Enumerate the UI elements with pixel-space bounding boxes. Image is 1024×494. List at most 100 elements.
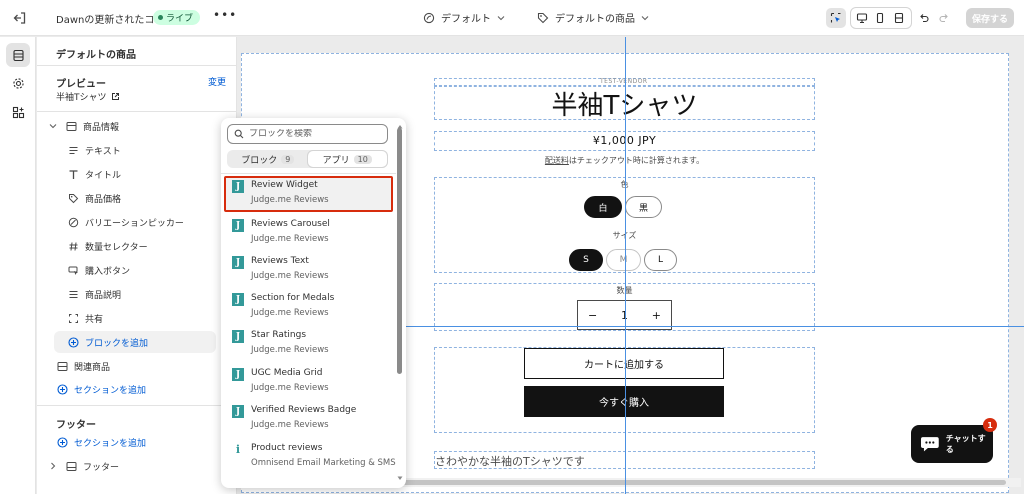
hash-icon (67, 240, 79, 252)
section-icon (56, 360, 68, 372)
block-item-label: 共有 (85, 314, 104, 325)
judgeme-logo-icon: J (232, 293, 244, 306)
block-item[interactable]: テキスト (67, 141, 121, 159)
app-block-item[interactable]: J Reviews Carousel Judge.me Reviews (224, 215, 393, 251)
product-description[interactable]: さわやかな半袖のTシャツです (435, 453, 585, 469)
block-item[interactable]: 商品説明 (67, 285, 121, 303)
tab-blocks[interactable]: ブロック 9 (228, 151, 308, 167)
variant-picker-icon (67, 216, 79, 228)
chat-button[interactable]: チャットする (911, 425, 993, 463)
judgeme-logo-icon: J (232, 219, 244, 232)
app-block-name: Star Ratings (251, 330, 307, 340)
shipping-link[interactable]: 配送料 (545, 156, 569, 165)
block-item-label: テキスト (85, 146, 121, 157)
size-option-s[interactable]: S (569, 249, 603, 271)
picker-scrollbar-thumb[interactable] (397, 128, 402, 374)
change-preview-link[interactable]: 変更 (208, 75, 226, 88)
chat-bubble-icon (920, 437, 939, 452)
tab-apps[interactable]: アプリ 10 (307, 151, 387, 167)
desktop-icon (856, 13, 868, 24)
chat-unread-badge: 1 (983, 418, 997, 432)
desktop-view-button[interactable] (852, 8, 872, 28)
apps-nav-button[interactable] (6, 100, 30, 124)
quantity-plus-button[interactable]: + (652, 309, 661, 322)
theme-settings-icon (423, 12, 435, 23)
block-item[interactable]: 数量セレクター (67, 237, 148, 255)
product-vendor: TEST-VENDOR (600, 78, 648, 85)
fullscreen-view-button[interactable] (889, 8, 909, 28)
tab-blocks-label: ブロック (241, 155, 278, 166)
chevron-down-icon (47, 120, 59, 132)
add-to-cart-button[interactable]: カートに追加する (524, 348, 724, 379)
size-option-l[interactable]: L (644, 249, 677, 271)
block-picker-popover: ブロック9 アプリ10 J Review Widget Judge.me Rev… (221, 118, 406, 488)
app-block-name: Reviews Text (251, 256, 309, 266)
block-item[interactable]: 商品価格 (67, 189, 121, 207)
section-related-products[interactable]: 関連商品 (56, 357, 110, 375)
app-block-item[interactable]: J Review Widget Judge.me Reviews (224, 176, 393, 212)
app-block-name: Reviews Carousel (251, 219, 330, 229)
block-item[interactable]: タイトル (67, 165, 121, 183)
sections-nav-button[interactable] (6, 43, 30, 67)
app-block-item[interactable]: J Section for Medals Judge.me Reviews (224, 289, 393, 325)
chevron-right-icon (47, 460, 59, 472)
app-block-item[interactable]: J Reviews Text Judge.me Reviews (224, 252, 393, 288)
inspector-toggle-button[interactable] (826, 8, 846, 28)
gear-icon (12, 77, 24, 89)
omnisend-logo-icon: i (232, 443, 244, 456)
block-item[interactable]: 購入ボタン (67, 261, 130, 279)
add-block-button[interactable]: ブロックを追加 (67, 333, 148, 351)
judgeme-logo-icon: J (232, 330, 244, 343)
apps-icon (12, 106, 24, 118)
app-block-name: UGC Media Grid (251, 368, 323, 378)
redo-button[interactable] (934, 8, 954, 28)
block-search-field[interactable] (227, 124, 388, 144)
divider (37, 65, 237, 66)
block-item-label: バリエーションピッカー (85, 218, 184, 229)
size-option-m[interactable]: M (606, 249, 641, 271)
preview-product[interactable]: 半袖Tシャツ (56, 90, 120, 103)
judgeme-logo-icon: J (232, 256, 244, 269)
theme-settings-nav-button[interactable] (6, 71, 30, 95)
save-button[interactable]: 保存する (966, 8, 1014, 28)
more-actions-button[interactable]: ••• (213, 8, 237, 22)
undo-button[interactable] (914, 8, 934, 28)
app-block-vendor: Judge.me Reviews (251, 271, 329, 281)
color-option-black[interactable]: 黒 (625, 196, 662, 218)
section-product-info-label: 商品情報 (83, 122, 120, 133)
preview-label: プレビュー (56, 79, 106, 90)
page-select-label: デフォルトの商品 (555, 14, 635, 25)
divider (37, 111, 237, 112)
quantity-minus-button[interactable]: − (588, 309, 597, 322)
exit-icon[interactable] (12, 10, 28, 26)
app-block-item[interactable]: J UGC Media Grid Judge.me Reviews (224, 364, 393, 400)
color-option-white[interactable]: 白 (584, 196, 622, 218)
section-footer[interactable]: フッター (47, 457, 119, 475)
section-product-info[interactable]: 商品情報 (47, 117, 119, 135)
add-section-button[interactable]: セクションを追加 (56, 380, 146, 398)
app-block-item[interactable]: i Product reviews Omnisend Email Marketi… (224, 439, 396, 487)
add-section-label: セクションを追加 (74, 385, 147, 396)
buy-now-button[interactable]: 今すぐ購入 (524, 386, 724, 417)
tag-icon (537, 12, 549, 23)
judgeme-logo-icon: J (232, 180, 244, 193)
block-item[interactable]: 共有 (67, 309, 103, 327)
block-item[interactable]: バリエーションピッカー (67, 213, 184, 231)
tab-apps-label: アプリ (322, 155, 350, 166)
app-block-item[interactable]: J Verified Reviews Badge Judge.me Review… (224, 401, 393, 437)
template-select-label: デフォルト (441, 14, 491, 25)
block-search-input[interactable] (249, 129, 379, 139)
app-block-item[interactable]: J Star Ratings Judge.me Reviews (224, 326, 393, 362)
section-footer-label: フッター (83, 462, 120, 473)
product-section-icon (65, 120, 77, 132)
template-select[interactable]: デフォルト (423, 10, 505, 25)
live-dot-icon (158, 15, 163, 20)
footer-add-section-button[interactable]: セクションを追加 (56, 433, 146, 451)
mobile-view-button[interactable] (870, 8, 890, 28)
undo-icon (920, 14, 929, 23)
app-block-name: Review Widget (251, 180, 318, 190)
page-select[interactable]: デフォルトの商品 (537, 10, 649, 25)
block-item-label: タイトル (85, 170, 122, 181)
app-block-vendor: Judge.me Reviews (251, 234, 329, 244)
footer-add-section-label: セクションを追加 (74, 438, 147, 449)
